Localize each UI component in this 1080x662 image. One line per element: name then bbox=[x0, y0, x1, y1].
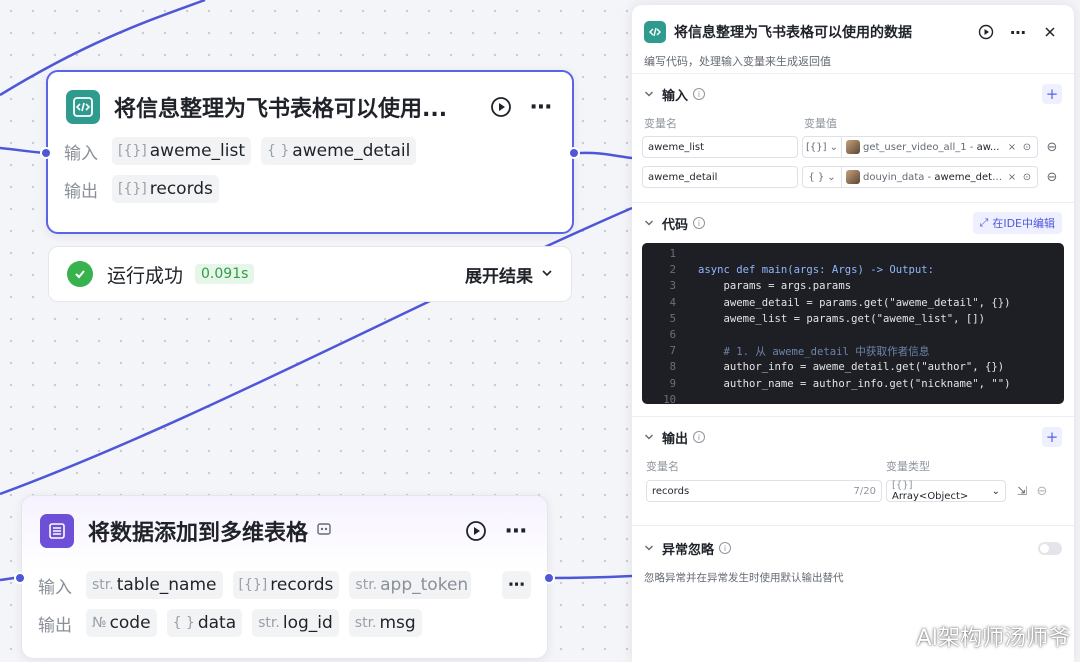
input-label: 输入 bbox=[64, 143, 98, 164]
time-badge: 0.091s bbox=[195, 264, 255, 284]
node-title: 将信息整理为飞书表格可以使用... bbox=[114, 97, 448, 122]
code-line: 8 author_info = aweme_detail.get("author… bbox=[669, 361, 1005, 374]
plugin-icon bbox=[316, 521, 449, 541]
code-line: 4 aweme_detail = params.get("aweme_detai… bbox=[669, 296, 1011, 309]
exception-section-header[interactable]: 异常忽略 i bbox=[632, 526, 1074, 570]
input-section-header[interactable]: 输入 i + bbox=[632, 74, 1074, 114]
more-icon[interactable]: ⋯ bbox=[1008, 22, 1028, 42]
var-ref-select[interactable]: get_user_video_all_1 - aw... × ⊙ bbox=[842, 136, 1038, 158]
col-header: 变量名 bbox=[646, 460, 679, 473]
info-icon: i bbox=[693, 431, 706, 443]
input-port[interactable] bbox=[14, 572, 26, 584]
var-ref-select[interactable]: douyin_data - aweme_detail × ⊙ bbox=[842, 166, 1038, 188]
clear-icon[interactable]: × bbox=[1006, 171, 1018, 183]
table-icon bbox=[40, 514, 74, 548]
avatar bbox=[846, 140, 860, 154]
run-button[interactable] bbox=[976, 22, 996, 42]
output-type-select[interactable]: [{}] Array<Object> ⌄ bbox=[886, 480, 1006, 502]
node-config-panel: 将信息整理为飞书表格可以使用的数据 ⋯ 编写代码，处理输入变量来生成返回值 输入… bbox=[632, 5, 1074, 662]
info-icon: i bbox=[693, 88, 706, 100]
remove-icon[interactable]: ⊖ bbox=[1036, 484, 1048, 499]
output-name-input[interactable]: records 7/20 bbox=[646, 480, 882, 502]
code-section-header[interactable]: 代码 i ⤢ 在IDE中编辑 bbox=[632, 203, 1074, 243]
more-icon[interactable]: ⋯ bbox=[503, 518, 529, 544]
output-chip: str. log_id bbox=[252, 609, 339, 637]
run-status-bar: 运行成功 0.091s 展开结果 bbox=[48, 246, 572, 302]
panel-description: 编写代码，处理输入变量来生成返回值 bbox=[644, 55, 831, 68]
code-line: 7 # 1. 从 aweme_detail 中获取作者信息 bbox=[669, 345, 930, 358]
input-chip: str. app_token bbox=[349, 571, 472, 599]
exception-description: 忽略异常并在异常发生时使用默认输出替代 bbox=[644, 572, 844, 584]
input-port[interactable] bbox=[40, 147, 52, 159]
remove-icon[interactable]: ⊖ bbox=[1046, 170, 1058, 185]
info-icon: i bbox=[719, 542, 732, 554]
code-line: 3 params = args.params bbox=[669, 280, 852, 293]
remove-icon[interactable]: ⊖ bbox=[1046, 140, 1058, 155]
code-line: 5 aweme_list = params.get("aweme_list", … bbox=[669, 312, 986, 325]
add-child-icon[interactable]: ⇲ bbox=[1016, 484, 1028, 498]
var-name-input[interactable]: aweme_list bbox=[642, 136, 798, 158]
add-input-button[interactable]: + bbox=[1042, 84, 1062, 104]
output-row: records 7/20 [{}] Array<Object> ⌄ ⇲ ⊖ bbox=[632, 475, 1074, 507]
edit-in-ide-button[interactable]: ⤢ 在IDE中编辑 bbox=[972, 212, 1062, 234]
chevron-down-icon bbox=[644, 543, 656, 553]
output-chip: str. msg bbox=[348, 609, 422, 637]
expand-icon: ⤢ bbox=[979, 216, 989, 229]
node-title: 将数据添加到多维表格 bbox=[88, 521, 309, 546]
avatar bbox=[846, 170, 860, 184]
input-label: 输入 bbox=[38, 577, 72, 598]
target-icon[interactable]: ⊙ bbox=[1021, 171, 1033, 183]
chevron-down-icon bbox=[644, 89, 656, 99]
code-line: 1 bbox=[669, 248, 676, 261]
input-chip: [{}] aweme_list bbox=[112, 137, 252, 165]
output-label: 输出 bbox=[38, 615, 72, 636]
more-icon[interactable]: ⋯ bbox=[528, 94, 554, 120]
code-editor[interactable]: 1 2 async def main(args: Args) -> Output: 3… bbox=[642, 243, 1064, 406]
code-line: 9 author_name = author_info.get("nicknam… bbox=[669, 377, 1011, 390]
table-node[interactable]: 将数据添加到多维表格 ⋯ 输入 str. table_name [{}] recor… bbox=[21, 495, 548, 659]
output-chip: [{}] records bbox=[112, 175, 219, 203]
output-port[interactable] bbox=[568, 147, 580, 159]
type-select[interactable]: { } ⌄ bbox=[802, 166, 842, 188]
target-icon[interactable]: ⊙ bbox=[1021, 141, 1033, 153]
input-row: aweme_detail { } ⌄ douyin_data - aweme_de… bbox=[632, 162, 1074, 192]
run-button[interactable] bbox=[488, 94, 514, 120]
more-inputs-button[interactable]: ⋯ bbox=[502, 571, 531, 599]
code-line: 2 async def main(args: Args) -> Output: bbox=[669, 264, 934, 277]
output-chip: № code bbox=[86, 609, 157, 637]
clear-icon[interactable]: × bbox=[1006, 141, 1018, 153]
expand-result-button[interactable]: 展开结果 bbox=[465, 262, 553, 287]
input-chip: str. table_name bbox=[86, 571, 223, 599]
output-section-header[interactable]: 输出 i + bbox=[632, 417, 1074, 457]
col-header: 变量类型 bbox=[886, 460, 930, 473]
code-icon bbox=[66, 90, 100, 124]
watermark: AI架构师汤师爷 bbox=[916, 626, 1070, 651]
output-label: 输出 bbox=[64, 181, 98, 202]
output-port[interactable] bbox=[543, 572, 555, 584]
var-name-input[interactable]: aweme_detail bbox=[642, 166, 798, 188]
col-header: 变量值 bbox=[804, 117, 837, 130]
exception-toggle[interactable] bbox=[1038, 541, 1062, 555]
code-line: 6 bbox=[669, 329, 676, 342]
input-row: aweme_list [{}] ⌄ get_user_video_all_1 - … bbox=[632, 132, 1074, 162]
info-icon: i bbox=[693, 217, 706, 229]
panel-title: 将信息整理为飞书表格可以使用的数据 bbox=[674, 25, 912, 41]
output-chip: { } data bbox=[166, 609, 243, 637]
check-icon bbox=[67, 261, 93, 287]
type-select[interactable]: [{}] ⌄ bbox=[802, 136, 842, 158]
col-header: 变量名 bbox=[644, 117, 677, 130]
add-output-button[interactable]: + bbox=[1042, 427, 1062, 447]
input-chip: { } aweme_detail bbox=[261, 137, 417, 165]
code-node[interactable]: 将信息整理为飞书表格可以使用... ⋯ 输入 [{}] aweme_list { … bbox=[46, 70, 574, 234]
close-icon[interactable] bbox=[1040, 22, 1060, 42]
chevron-down-icon bbox=[644, 218, 656, 228]
chevron-down-icon bbox=[644, 432, 656, 442]
chevron-down-icon bbox=[541, 264, 553, 284]
input-chip: [{}] records bbox=[232, 571, 340, 599]
status-text: 运行成功 bbox=[107, 264, 184, 287]
run-button[interactable] bbox=[463, 518, 489, 544]
code-icon bbox=[644, 21, 666, 43]
